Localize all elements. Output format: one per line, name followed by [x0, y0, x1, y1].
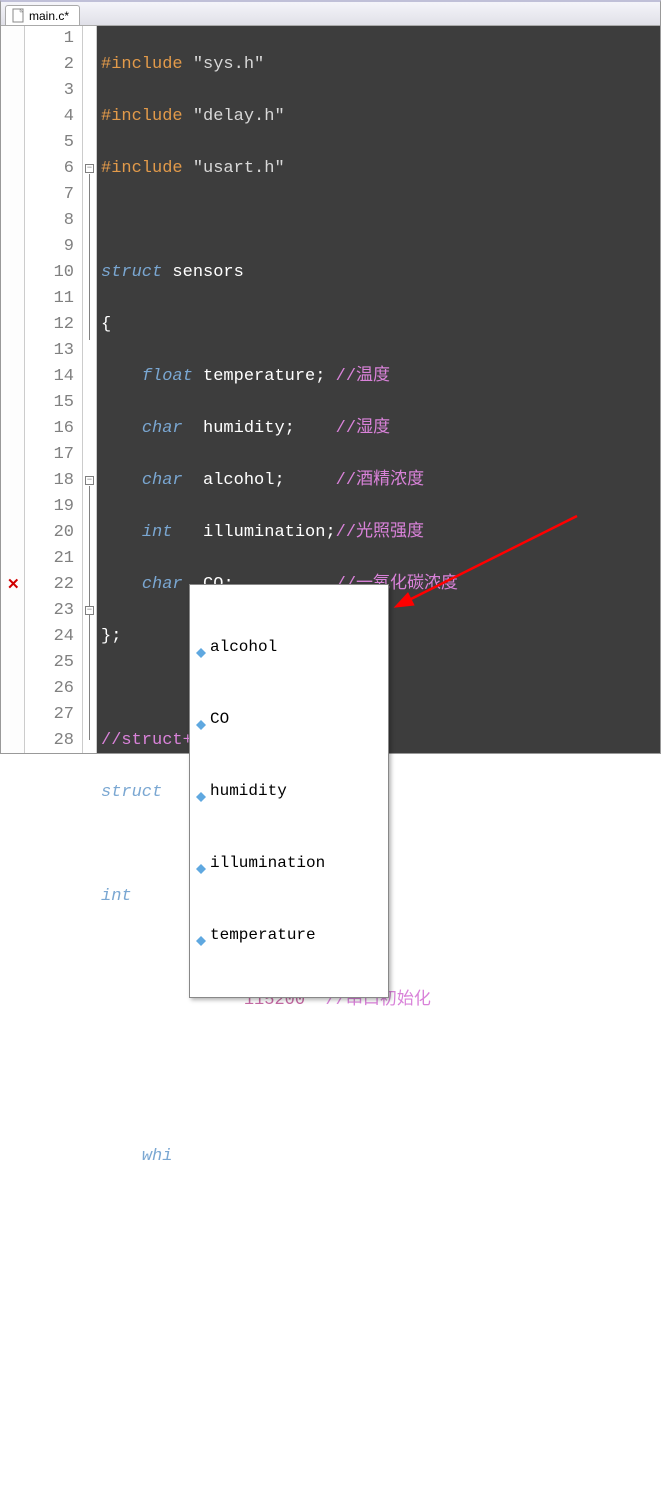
autocomplete-item[interactable]: temperature — [190, 923, 388, 947]
comment: //温度 — [336, 367, 390, 386]
line-number: 10 — [25, 260, 74, 286]
line-number: 9 — [25, 234, 74, 260]
line-number: 5 — [25, 130, 74, 156]
line-number: 1 — [25, 26, 74, 52]
line-number: 13 — [25, 338, 74, 364]
fold-toggle-icon[interactable]: − — [85, 164, 94, 173]
fold-gutter: − − − — [83, 26, 97, 753]
brace: }; — [101, 627, 121, 646]
type: char — [142, 419, 183, 438]
string: "usart.h" — [193, 159, 285, 178]
type: int — [142, 523, 173, 542]
ident: humidity — [203, 419, 285, 438]
ident: temperature — [203, 367, 315, 386]
keyword: struct — [101, 263, 162, 282]
line-number: 14 — [25, 364, 74, 390]
ident: alcohol — [203, 471, 274, 490]
autocomplete-label: illumination — [210, 851, 325, 875]
member-icon — [196, 642, 206, 652]
ident: sensors — [172, 263, 243, 282]
line-number: 16 — [25, 416, 74, 442]
line-number: 23 — [25, 598, 74, 624]
autocomplete-label: humidity — [210, 779, 287, 803]
brace: { — [101, 315, 111, 334]
comment: //光照强度 — [336, 523, 424, 542]
line-number: 21 — [25, 546, 74, 572]
fold-toggle-icon[interactable]: − — [85, 476, 94, 485]
line-number: 11 — [25, 286, 74, 312]
line-number: 28 — [25, 728, 74, 754]
autocomplete-item[interactable]: humidity — [190, 779, 388, 803]
brace: { — [142, 1199, 152, 1218]
autocomplete-item[interactable]: illumination — [190, 851, 388, 875]
ident: sen — [142, 1095, 173, 1114]
comment: //湿度 — [336, 419, 390, 438]
line-number: 22 — [25, 572, 74, 598]
fold-toggle-icon[interactable]: − — [85, 606, 94, 615]
editor-area: ✕ 1 2 3 4 5 6 7 8 9 10 11 12 13 14 15 16… — [1, 26, 660, 753]
preproc: #include — [101, 159, 183, 178]
error-mark-icon: ✕ — [7, 575, 20, 593]
line-number: 26 — [25, 676, 74, 702]
fold-line — [89, 174, 90, 340]
comment: //酒精浓度 — [336, 471, 424, 490]
string: "delay.h" — [193, 107, 285, 126]
member-icon — [196, 714, 206, 724]
editor-window: main.c* ✕ 1 2 3 4 5 6 7 8 9 10 11 12 13 … — [0, 0, 661, 754]
line-number: 18 — [25, 468, 74, 494]
c-file-icon — [12, 8, 25, 23]
autocomplete-item[interactable]: CO — [190, 707, 388, 731]
preproc: #include — [101, 55, 183, 74]
line-number: 24 — [25, 624, 74, 650]
member-icon — [196, 858, 206, 868]
line-number-gutter: 1 2 3 4 5 6 7 8 9 10 11 12 13 14 15 16 1… — [25, 26, 83, 753]
line-number: 3 — [25, 78, 74, 104]
line-number: 25 — [25, 650, 74, 676]
brace: { — [101, 939, 111, 958]
line-number: 20 — [25, 520, 74, 546]
autocomplete-item[interactable]: alcohol — [190, 635, 388, 659]
error-gutter: ✕ — [1, 26, 25, 753]
line-number: 6 — [25, 156, 74, 182]
line-number: 12 — [25, 312, 74, 338]
member-icon — [196, 786, 206, 796]
brace: } — [142, 1251, 152, 1270]
brace: } — [101, 1459, 111, 1478]
ident: main — [142, 887, 183, 906]
autocomplete-label: temperature — [210, 923, 316, 947]
type: float — [142, 367, 193, 386]
type: char — [142, 575, 183, 594]
ident: delay_init — [142, 1043, 244, 1062]
autocomplete-label: CO — [210, 707, 229, 731]
type: char — [142, 471, 183, 490]
member-icon — [196, 930, 206, 940]
autocomplete-popup[interactable]: alcohol CO humidity illumination tempera… — [189, 584, 389, 998]
tab-bar: main.c* — [1, 2, 660, 26]
line-number: 17 — [25, 442, 74, 468]
file-tab-main-c[interactable]: main.c* — [5, 5, 80, 25]
line-number: 4 — [25, 104, 74, 130]
ident: illumination — [203, 523, 325, 542]
line-number: 2 — [25, 52, 74, 78]
autocomplete-label: alcohol — [210, 635, 277, 659]
type: int — [101, 887, 132, 906]
line-number: 19 — [25, 494, 74, 520]
tab-label: main.c* — [29, 9, 69, 23]
line-number: 15 — [25, 390, 74, 416]
code-content[interactable]: #include "sys.h" #include "delay.h" #inc… — [97, 26, 660, 753]
line-number: 8 — [25, 208, 74, 234]
preproc: #include — [101, 107, 183, 126]
keyword: struct — [101, 783, 162, 802]
keyword: whi — [142, 1147, 173, 1166]
line-number: 27 — [25, 702, 74, 728]
string: "sys.h" — [193, 55, 264, 74]
line-number: 7 — [25, 182, 74, 208]
